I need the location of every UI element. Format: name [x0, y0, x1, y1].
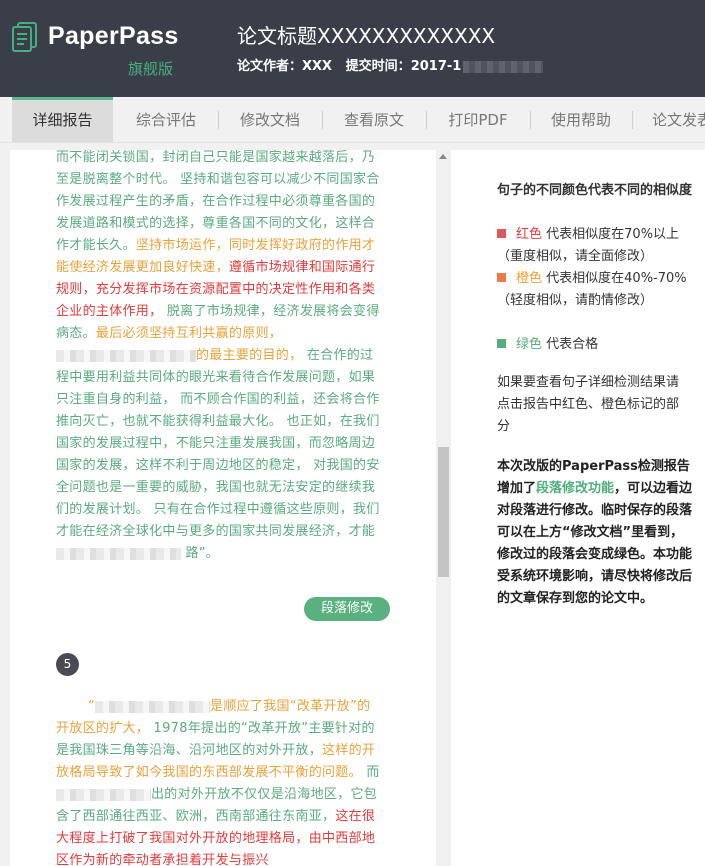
tab-edit-document[interactable]: 修改文档: [220, 97, 320, 142]
legend-green-word: 绿色: [516, 337, 543, 352]
sentence-orange[interactable]: 最后必须坚持互利共赢的原则，: [96, 326, 282, 341]
paragraph-number-badge: 5: [56, 653, 79, 676]
legend-green: 绿色 代表合格: [497, 334, 687, 356]
document-title: 论文标题XXXXXXXXXXXXX: [237, 24, 496, 48]
logo-text: PaperPass: [48, 22, 179, 50]
legend-sidebar: 句子的不同颜色代表不同的相似度 红色 代表相似度在70%以上（重度相似，请全面修…: [451, 150, 705, 866]
app-header: PaperPass 旗舰版 论文标题XXXXXXXXXXXXX 论文作者：XXX…: [0, 0, 705, 97]
edition-label: 旗舰版: [128, 60, 174, 78]
redacted-text: [56, 788, 151, 801]
paragraph-edit-button[interactable]: 段落修改: [304, 597, 390, 621]
document-logo-icon: [12, 22, 37, 52]
legend-red-word: 红色: [516, 227, 543, 242]
redacted-text: [95, 700, 211, 713]
report-tabs: 详细报告 综合评估 修改文档 查看原文 打印PDF 使用帮助 论文发表: [0, 97, 705, 143]
legend-title: 句子的不同颜色代表不同的相似度: [497, 183, 693, 198]
legend-orange: 橙色 代表相似度在40%-70%（轻度相似，请酌情修改）: [497, 268, 687, 312]
red-square-icon: [497, 229, 506, 238]
submit-time-label: 提交时间：: [345, 59, 411, 74]
author-label: 论文作者：: [237, 59, 303, 74]
feature-notice: 本次改版的PaperPass检测报告增加了段落修改功能，可以边看边对段落进行修改…: [497, 456, 693, 610]
feature-notice-part2: ，可以边看边对段落进行修改。临时保存的段落可以在上方“修改文档”里看到，修改过的…: [497, 481, 693, 606]
tab-view-original[interactable]: 查看原文: [324, 97, 424, 142]
tab-separator: [426, 111, 427, 129]
redacted-text: [56, 349, 196, 362]
paragraph-4-text: 而不能闭关锁国，封闭自己只能是国家越来越落后，乃至是脱离整个时代。 坚持和谐包容…: [56, 150, 381, 565]
sentence-green[interactable]: 在合作的过程中要用利益共同体的眼光来看待合作发展问题，如果只注重自身的利益， 而…: [56, 348, 380, 539]
scrollbar-thumb[interactable]: [438, 447, 449, 577]
sentence-green[interactable]: 而: [362, 765, 380, 780]
content-scrollbar[interactable]: [436, 150, 451, 866]
tab-print-pdf[interactable]: 打印PDF: [428, 97, 528, 142]
paragraph-5-text: “是顺应了我国“改革开放”的开放区的扩大， 1978年提出的“改革开放”主要针对…: [56, 696, 381, 866]
tab-separator: [322, 111, 323, 129]
orange-square-icon: [497, 273, 506, 282]
legend-red: 红色 代表相似度在70%以上（重度相似，请全面修改）: [497, 224, 687, 268]
scroll-up-arrow-icon[interactable]: [439, 154, 447, 159]
legend-green-desc: 代表合格: [542, 337, 599, 352]
submit-time-value: 2017-1: [410, 59, 462, 74]
legend-note: 如果要查看句子详细检测结果请点击报告中红色、橙色标记的部分: [497, 375, 680, 434]
sentence-orange[interactable]: “: [56, 699, 95, 714]
tab-separator: [632, 111, 633, 129]
feature-notice-highlight: 段落修改功能: [536, 481, 615, 496]
sentence-green[interactable]: 路”。: [185, 546, 219, 561]
redacted-time: [463, 60, 544, 73]
tab-separator: [530, 111, 531, 129]
sentence-orange[interactable]: 的最主要的目的，: [196, 348, 302, 363]
tab-publish-paper[interactable]: 论文发表: [634, 97, 705, 142]
tab-detailed-report[interactable]: 详细报告: [12, 97, 113, 142]
legend-orange-word: 橙色: [516, 271, 543, 286]
author-value: XXX: [302, 59, 333, 74]
tab-overall-evaluation[interactable]: 综合评估: [116, 97, 216, 142]
green-square-icon: [497, 339, 506, 348]
tab-help[interactable]: 使用帮助: [532, 97, 630, 142]
report-content: 而不能闭关锁国，封闭自己只能是国家越来越落后，乃至是脱离整个时代。 坚持和谐包容…: [10, 150, 436, 866]
document-meta: 论文作者：XXX 提交时间：2017-1: [237, 55, 544, 74]
tab-separator: [218, 111, 219, 129]
redacted-text: [56, 547, 181, 560]
